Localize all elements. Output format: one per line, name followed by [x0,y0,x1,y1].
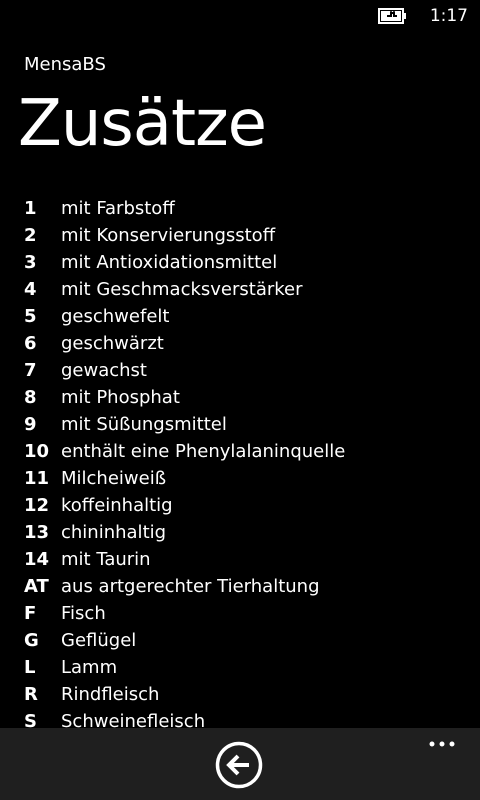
page-title: Zusätze [18,87,267,161]
additives-list: 1 mit Farbstoff 2 mit Konservierungsstoff 3 m… [0,195,480,728]
additive-label: mit Süßungsmittel [61,414,227,435]
battery-charging-icon [378,8,406,24]
additive-row: 9 mit Süßungsmittel [0,411,480,438]
ellipsis-icon [429,741,455,747]
additive-code: 5 [24,306,37,327]
additive-label: Milcheiweiß [61,468,167,489]
additive-row: 13 chininhaltig [0,519,480,546]
additive-label: gewachst [61,360,147,381]
additive-row: 5 geschwefelt [0,303,480,330]
additive-row: G Geflügel [0,627,480,654]
additive-code: 8 [24,387,37,408]
additive-row: 3 mit Antioxidationsmittel [0,249,480,276]
additive-label: mit Geschmacksverstärker [61,279,303,300]
additive-label: mit Phosphat [61,387,180,408]
additive-code: F [24,603,37,624]
additive-row: 4 mit Geschmacksverstärker [0,276,480,303]
status-clock: 1:17 [429,6,468,26]
additive-row: 6 geschwärzt [0,330,480,357]
additive-label: koffeinhaltig [61,495,173,516]
back-button[interactable] [215,741,263,789]
additive-label: Schweinefleisch [61,711,206,728]
additive-row: 2 mit Konservierungsstoff [0,222,480,249]
additive-code: L [24,657,36,678]
back-arrow-icon [215,741,263,789]
additive-row: 14 mit Taurin [0,546,480,573]
additive-row: L Lamm [0,654,480,681]
additive-label: Geflügel [61,630,137,651]
status-bar: 1:17 [0,0,480,32]
additive-label: geschwefelt [61,306,170,327]
additive-row: F Fisch [0,600,480,627]
additive-code: S [24,711,37,728]
additive-label: mit Taurin [61,549,151,570]
additive-code: 9 [24,414,37,435]
additive-code: 6 [24,333,37,354]
additive-code: 12 [24,495,50,516]
additive-code: 11 [24,468,50,489]
additive-row: 10 enthält eine Phenylalaninquelle [0,438,480,465]
additive-row: 11 Milcheiweiß [0,465,480,492]
additive-label: chininhaltig [61,522,167,543]
additive-label: aus artgerechter Tierhaltung [61,576,320,597]
additive-label: geschwärzt [61,333,164,354]
additive-label: Lamm [61,657,118,678]
additive-code: 1 [24,198,37,219]
app-title: MensaBS [24,54,106,75]
screen: 1:17 MensaBS Zusätze 1 mit Farbstoff 2 mit … [0,0,480,800]
application-bar [0,728,480,800]
additive-row: 12 koffeinhaltig [0,492,480,519]
additive-label: mit Antioxidationsmittel [61,252,278,273]
additive-label: Fisch [61,603,106,624]
additive-row: 8 mit Phosphat [0,384,480,411]
additive-code: 13 [24,522,50,543]
additive-row: 1 mit Farbstoff [0,195,480,222]
additive-label: enthält eine Phenylalaninquelle [61,441,346,462]
additive-row: AT aus artgerechter Tierhaltung [0,573,480,600]
additive-code: R [24,684,38,705]
additive-label: Rindfleisch [61,684,160,705]
additive-label: mit Konservierungsstoff [61,225,276,246]
additive-code: 3 [24,252,37,273]
additive-code: 4 [24,279,37,300]
additive-code: 10 [24,441,50,462]
additive-code: 14 [24,549,50,570]
additive-row: 7 gewachst [0,357,480,384]
additive-code: 2 [24,225,37,246]
additive-code: 7 [24,360,37,381]
additive-code: AT [24,576,49,597]
additive-code: G [24,630,39,651]
additive-row: S Schweinefleisch [0,708,480,728]
additive-label: mit Farbstoff [61,198,175,219]
additive-row: R Rindfleisch [0,681,480,708]
more-button[interactable] [428,730,460,758]
